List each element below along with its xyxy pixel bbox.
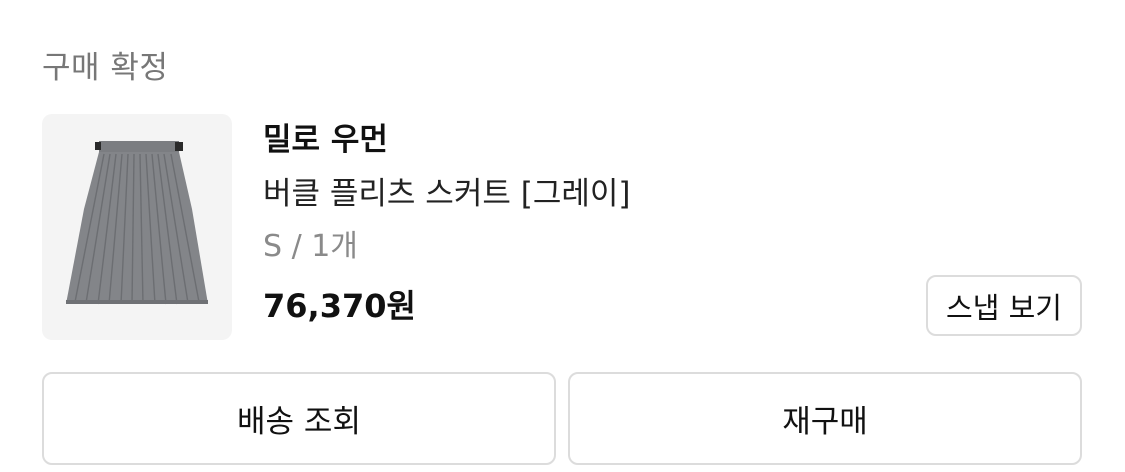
pleated-skirt-icon <box>66 141 208 305</box>
product-option: S / 1개 <box>263 229 358 264</box>
product-price: 76,370원 <box>263 287 416 325</box>
reorder-button[interactable]: 재구매 <box>568 372 1082 465</box>
product-image[interactable] <box>42 114 232 340</box>
product-name[interactable]: 버클 플리츠 스커트 [그레이] <box>263 172 630 216</box>
order-status-label: 구매 확정 <box>42 50 169 86</box>
track-delivery-button[interactable]: 배송 조회 <box>42 372 556 465</box>
snap-view-button[interactable]: 스냅 보기 <box>926 275 1082 336</box>
brand-name[interactable]: 밀로 우먼 <box>263 118 388 162</box>
